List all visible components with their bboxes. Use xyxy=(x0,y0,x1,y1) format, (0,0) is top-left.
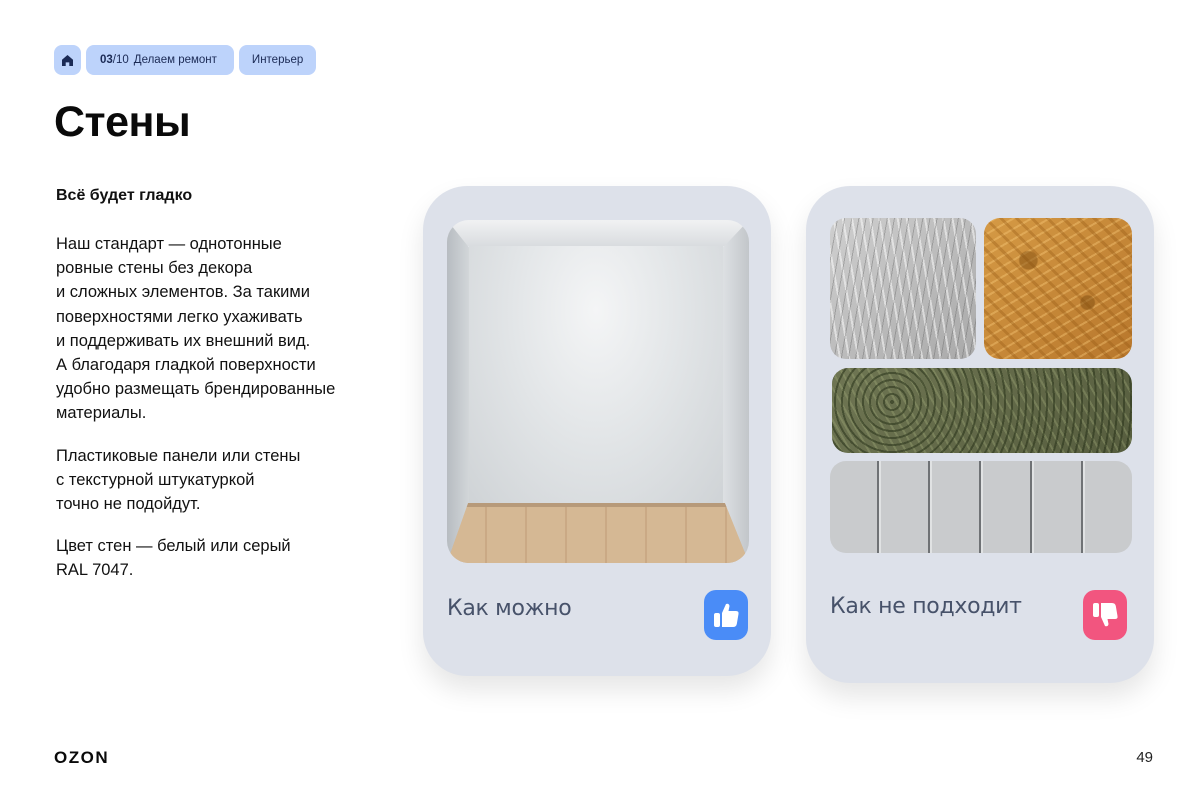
texture-green-plaster xyxy=(832,368,1132,453)
section-title: Делаем ремонт xyxy=(133,54,217,66)
section-subtitle: Всё будет гладко xyxy=(56,187,193,204)
paragraph-not-allowed: Пластиковые панели или стены с текстурно… xyxy=(56,447,301,514)
card-allowed: Как можно xyxy=(423,186,771,676)
dislike-badge[interactable] xyxy=(1083,590,1127,640)
section-total: /10 xyxy=(112,54,129,66)
breadcrumb: 03 /10 Делаем ремонт Интерьер xyxy=(54,45,317,75)
texture-plastic-panels xyxy=(830,461,1132,553)
page-number: 49 xyxy=(1136,749,1153,766)
like-badge[interactable] xyxy=(704,590,748,640)
breadcrumb-tag[interactable]: Интерьер xyxy=(238,45,317,75)
breadcrumb-section[interactable]: 03 /10 Делаем ремонт xyxy=(86,45,234,75)
card-allowed-label: Как можно xyxy=(447,596,572,621)
page-title: Стены xyxy=(54,98,191,146)
texture-ochre-plaster xyxy=(984,218,1132,359)
section-number: 03 xyxy=(100,54,113,66)
home-icon xyxy=(62,54,73,66)
room-photo xyxy=(447,220,749,563)
home-button[interactable] xyxy=(54,45,81,75)
paragraph-standard: Наш стандарт — однотонные ровные стены б… xyxy=(56,235,336,423)
ozon-logo: OZON xyxy=(54,748,110,767)
thumbs-up-icon xyxy=(714,603,739,627)
card-not-allowed-label: Как не подходит xyxy=(830,594,1022,619)
thumbs-down-icon xyxy=(1093,603,1118,627)
paragraph-color: Цвет стен — белый или серый RAL 7047. xyxy=(56,537,291,580)
card-not-allowed: Как не подходит xyxy=(806,186,1154,683)
texture-gray-plaster xyxy=(830,218,976,359)
